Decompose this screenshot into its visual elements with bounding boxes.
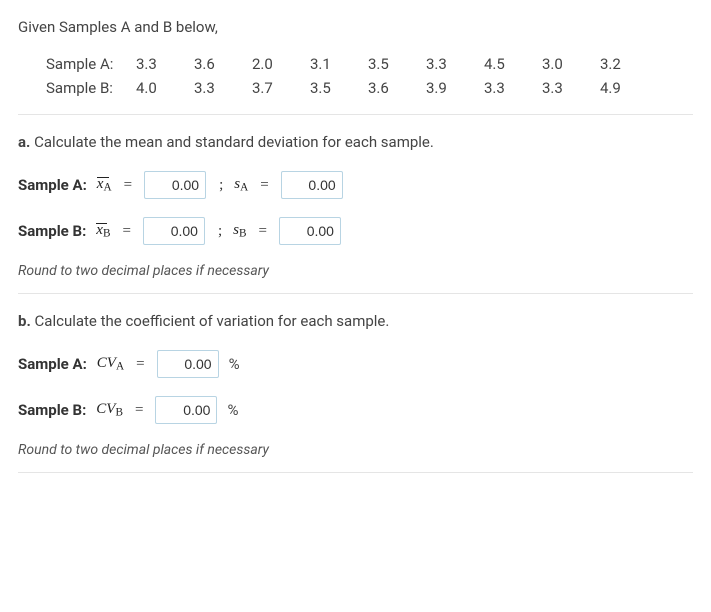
sample-b-row: Sample B: 4.0 3.3 3.7 3.5 3.6 3.9 3.3 3.… [46, 76, 693, 100]
percent-sign: % [229, 355, 240, 373]
divider [18, 293, 693, 294]
sample-a-val: 3.3 [426, 52, 484, 76]
part-b-prompt: b. Calculate the coefficient of variatio… [18, 312, 693, 330]
percent-sign: % [227, 401, 238, 419]
part-a-sample-b-row: Sample B: xB = ; sB = [18, 217, 693, 245]
sample-a-val: 2.0 [252, 52, 310, 76]
part-a-letter: a. [18, 133, 30, 151]
cv-b-input[interactable] [155, 396, 217, 424]
sample-a-val: 3.3 [136, 52, 194, 76]
equals-sign: = [132, 356, 148, 373]
sd-b-input[interactable] [279, 217, 341, 245]
part-b-hint: Round to two decimal places if necessary [18, 442, 693, 458]
sample-a-row: Sample A: 3.3 3.6 2.0 3.1 3.5 3.3 4.5 3.… [46, 52, 693, 76]
sample-b-lead: Sample B: [18, 401, 86, 419]
sample-a-lead: Sample A: [18, 355, 87, 373]
sample-a-label: Sample A: [46, 52, 136, 76]
equals-sign: = [254, 223, 270, 240]
sd-a-input[interactable] [281, 171, 343, 199]
sample-b-val: 3.9 [426, 76, 484, 100]
sample-b-val: 3.5 [310, 76, 368, 100]
s-b-symbol: sB [233, 222, 246, 239]
sample-b-val: 3.6 [368, 76, 426, 100]
equals-sign: = [131, 402, 147, 419]
part-b-letter: b. [18, 312, 31, 330]
cv-a-symbol: CVA [97, 355, 124, 372]
sample-a-val: 3.0 [542, 52, 600, 76]
divider [18, 114, 693, 115]
part-b-sample-a-row: Sample A: CVA = % [18, 350, 693, 378]
sample-a-val: 3.6 [194, 52, 252, 76]
sample-a-val: 3.2 [600, 52, 658, 76]
sample-b-lead: Sample B: [18, 222, 86, 240]
sample-a-val: 3.5 [368, 52, 426, 76]
xbar-b-symbol: xB [96, 222, 110, 239]
part-a-text: Calculate the mean and standard deviatio… [34, 133, 434, 151]
sample-a-lead: Sample A: [18, 176, 87, 194]
sample-b-val: 3.7 [252, 76, 310, 100]
part-a-prompt: a. Calculate the mean and standard devia… [18, 133, 693, 151]
xbar-a-symbol: xA [97, 176, 112, 193]
sample-b-val: 4.0 [136, 76, 194, 100]
part-b-sample-b-row: Sample B: CVB = % [18, 396, 693, 424]
mean-b-input[interactable] [143, 217, 205, 245]
sample-b-val: 3.3 [542, 76, 600, 100]
sample-b-val: 3.3 [194, 76, 252, 100]
cv-a-input[interactable] [157, 350, 219, 378]
equals-sign: = [256, 177, 272, 194]
semicolon: ; [214, 177, 226, 194]
sample-data-table: Sample A: 3.3 3.6 2.0 3.1 3.5 3.3 4.5 3.… [46, 52, 693, 100]
part-b-text: Calculate the coefficient of variation f… [35, 312, 390, 330]
sample-b-label: Sample B: [46, 76, 136, 100]
sample-b-val: 3.3 [484, 76, 542, 100]
divider [18, 472, 693, 473]
sample-a-val: 3.1 [310, 52, 368, 76]
s-a-symbol: sA [234, 176, 248, 193]
sample-a-val: 4.5 [484, 52, 542, 76]
part-a-hint: Round to two decimal places if necessary [18, 263, 693, 279]
mean-a-input[interactable] [144, 171, 206, 199]
semicolon: ; [213, 223, 225, 240]
cv-b-symbol: CVB [96, 401, 123, 418]
intro-text: Given Samples A and B below, [18, 18, 693, 36]
equals-sign: = [120, 177, 136, 194]
sample-b-val: 4.9 [600, 76, 658, 100]
part-a-sample-a-row: Sample A: xA = ; sA = [18, 171, 693, 199]
equals-sign: = [118, 223, 134, 240]
